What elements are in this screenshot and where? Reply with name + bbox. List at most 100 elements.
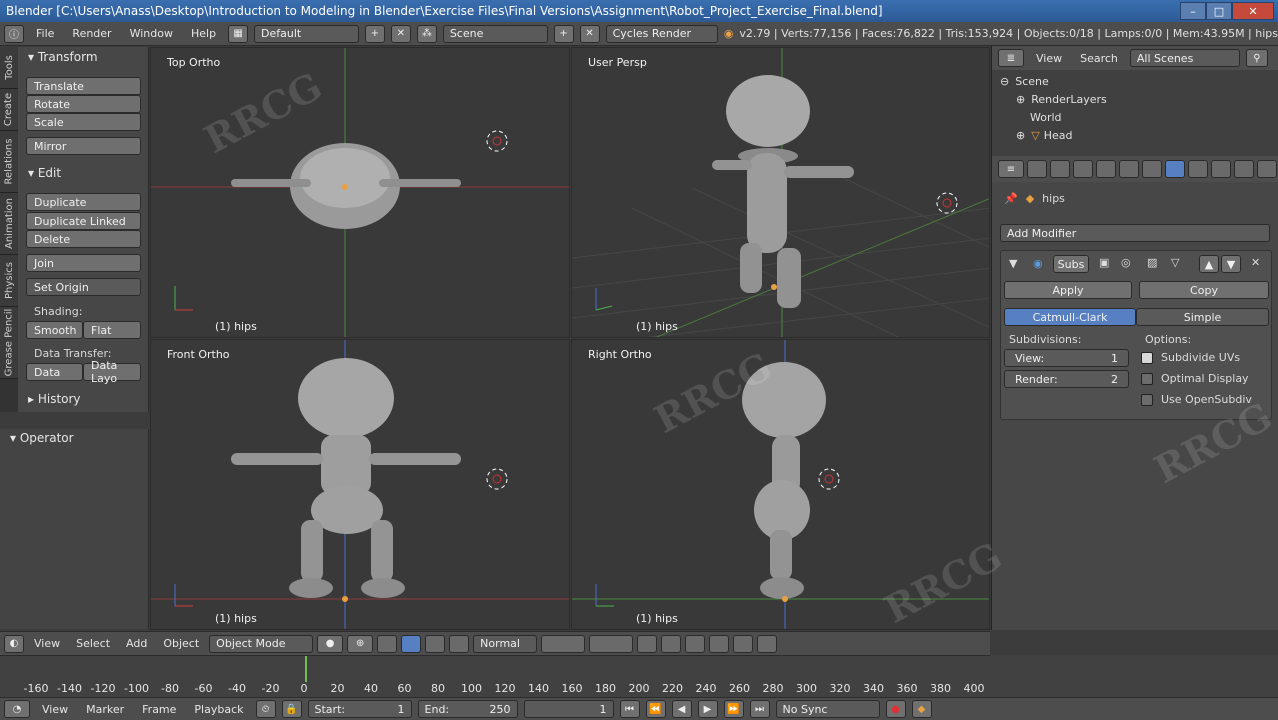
preview-range-icon[interactable]: ⏲ — [255, 700, 276, 718]
outliner-menu-view[interactable]: View — [1030, 52, 1068, 65]
jump-start-icon[interactable]: ⏮ — [619, 700, 640, 718]
current-frame-field[interactable]: 1 — [523, 700, 614, 718]
visibility-toggle-icon[interactable]: ◎ — [1121, 256, 1131, 269]
opengl-render-icon[interactable] — [733, 634, 754, 653]
timeline-editor-type-icon[interactable]: ◔ — [4, 700, 30, 718]
close-button[interactable]: ✕ — [1232, 2, 1274, 20]
duplicate-button[interactable]: Duplicate — [26, 193, 141, 211]
menu-add[interactable]: Add — [120, 637, 153, 650]
layers-tab-icon[interactable] — [1050, 160, 1070, 178]
use-opensubdiv-checkbox[interactable]: Use OpenSubdiv — [1141, 393, 1252, 406]
jump-keyframe-back-icon[interactable]: ⏪ — [645, 700, 666, 718]
jump-end-icon[interactable]: ⏭ — [749, 700, 770, 718]
lock-layer-icon[interactable] — [637, 634, 658, 653]
end-frame-field[interactable]: End: 250 — [417, 700, 518, 718]
start-frame-field[interactable]: Start: 1 — [307, 700, 412, 718]
timeline-menu-playback[interactable]: Playback — [188, 703, 249, 716]
remove-modifier-icon[interactable]: ✕ — [1251, 256, 1260, 269]
tab-grease-pencil[interactable]: Grease Pencil — [0, 307, 18, 379]
menu-object[interactable]: Object — [157, 637, 205, 650]
catmull-clark-button[interactable]: Catmull-Clark — [1004, 308, 1136, 326]
timeline-menu-view[interactable]: View — [36, 703, 74, 716]
simple-button[interactable]: Simple — [1136, 308, 1269, 326]
timeline[interactable]: -160 -140 -120 -100 -80 -60 -40 -20 0 20 40 60 80 100… — [0, 655, 990, 697]
delete-button[interactable]: Delete — [26, 230, 141, 248]
outliner-menu-search[interactable]: Search — [1074, 52, 1124, 65]
properties-editor-type-icon[interactable]: ≡ — [998, 160, 1024, 178]
render-tab-icon[interactable] — [1027, 160, 1047, 178]
play-reverse-icon[interactable]: ◀ — [671, 700, 692, 718]
tab-physics[interactable]: Physics — [0, 255, 18, 307]
menu-window[interactable]: Window — [124, 27, 179, 40]
outliner-editor-type-icon[interactable]: ≣ — [998, 49, 1024, 67]
screen-layout-icon[interactable]: ▦ — [228, 24, 249, 43]
collapse-modifier-icon[interactable]: ▼ — [1009, 257, 1017, 270]
flat-button[interactable]: Flat — [83, 321, 141, 339]
auto-keying-icon[interactable]: ● — [885, 700, 906, 718]
view-levels-field[interactable]: View: 1 — [1004, 349, 1129, 367]
particles-tab-icon[interactable] — [1257, 160, 1277, 178]
lock-icon[interactable]: 🔒 — [281, 700, 302, 718]
history-panel-header[interactable]: ▸ History — [28, 392, 81, 406]
scene-icon[interactable]: ⁂ — [416, 24, 437, 43]
edit-panel-header[interactable]: ▾ Edit — [28, 166, 61, 180]
smooth-button[interactable]: Smooth — [26, 321, 83, 339]
translate-button[interactable]: Translate — [26, 77, 141, 95]
render-toggle-icon[interactable]: ▣ — [1099, 256, 1109, 269]
render-engine-select[interactable]: Cycles Render — [605, 24, 718, 43]
data-tab-icon[interactable] — [1188, 160, 1208, 178]
render-levels-field[interactable]: Render: 2 — [1004, 370, 1129, 388]
snap-element-icon[interactable] — [709, 634, 730, 653]
rotate-button[interactable]: Rotate — [26, 95, 141, 113]
optimal-display-checkbox[interactable]: Optimal Display — [1141, 372, 1249, 385]
copy-button[interactable]: Copy — [1139, 281, 1269, 299]
remove-scene-icon[interactable]: ✕ — [579, 24, 600, 43]
timeline-menu-frame[interactable]: Frame — [136, 703, 182, 716]
play-icon[interactable]: ▶ — [697, 700, 718, 718]
translate-manipulator-icon[interactable] — [401, 634, 422, 653]
duplicate-linked-button[interactable]: Duplicate Linked — [26, 212, 141, 230]
join-button[interactable]: Join — [26, 254, 141, 272]
subdivide-uvs-checkbox[interactable]: Subdivide UVs — [1141, 351, 1240, 364]
jump-keyframe-forward-icon[interactable]: ⏩ — [723, 700, 744, 718]
scale-button[interactable]: Scale — [26, 113, 141, 131]
object-tab-icon[interactable] — [1119, 160, 1139, 178]
add-layout-icon[interactable]: + — [364, 24, 385, 43]
constraints-tab-icon[interactable] — [1142, 160, 1162, 178]
scene-tab-icon[interactable] — [1073, 160, 1093, 178]
snap-icon[interactable] — [685, 634, 706, 653]
move-up-icon[interactable]: ▲ — [1199, 255, 1219, 273]
current-frame-marker[interactable] — [305, 656, 307, 682]
outliner-row-renderlayers[interactable]: ⊕ RenderLayers — [992, 90, 1278, 108]
modifier-name-field[interactable]: Subs — [1053, 255, 1089, 273]
menu-file[interactable]: File — [30, 27, 60, 40]
tab-create[interactable]: Create — [0, 89, 18, 131]
mode-select[interactable]: Object Mode — [209, 634, 314, 653]
viewport-right-ortho[interactable]: Right Ortho (1) hips — [571, 339, 990, 630]
outliner-row-head[interactable]: ⊕ ▽ Head — [992, 126, 1278, 144]
manipulator-toggle-icon[interactable] — [377, 634, 398, 653]
screen-layout-field[interactable]: Default — [254, 24, 359, 43]
keying-set-icon[interactable]: ◆ — [911, 700, 932, 718]
editor-type-icon[interactable]: ◐ — [4, 634, 24, 653]
rotate-manipulator-icon[interactable] — [425, 634, 446, 653]
outliner-row-world[interactable]: World — [992, 108, 1278, 126]
operator-panel-header[interactable]: ▾ Operator — [10, 431, 74, 445]
info-editor-type-icon[interactable]: ⓘ — [4, 24, 24, 43]
outliner-row-scene[interactable]: ⊖ Scene — [992, 72, 1278, 90]
layers-icon[interactable] — [589, 634, 634, 653]
viewport-top-ortho[interactable]: Top Ortho (1) hips — [150, 47, 570, 338]
outliner-search-icon[interactable]: ⚲ — [1245, 49, 1268, 67]
viewport-shading-icon[interactable]: ● — [317, 634, 344, 653]
scale-manipulator-icon[interactable] — [449, 634, 470, 653]
add-modifier-select[interactable]: Add Modifier — [1000, 224, 1270, 242]
layers-icon[interactable] — [541, 634, 586, 653]
maximize-button[interactable]: □ — [1206, 2, 1232, 20]
move-down-icon[interactable]: ▼ — [1221, 255, 1241, 273]
tab-tools[interactable]: Tools — [0, 47, 18, 89]
outliner-filter-select[interactable]: All Scenes — [1129, 49, 1240, 67]
transform-panel-header[interactable]: ▾ Transform — [28, 50, 98, 64]
data-button[interactable]: Data — [26, 363, 83, 381]
data-layout-button[interactable]: Data Layo — [83, 359, 141, 385]
minimize-button[interactable]: – — [1180, 2, 1206, 20]
